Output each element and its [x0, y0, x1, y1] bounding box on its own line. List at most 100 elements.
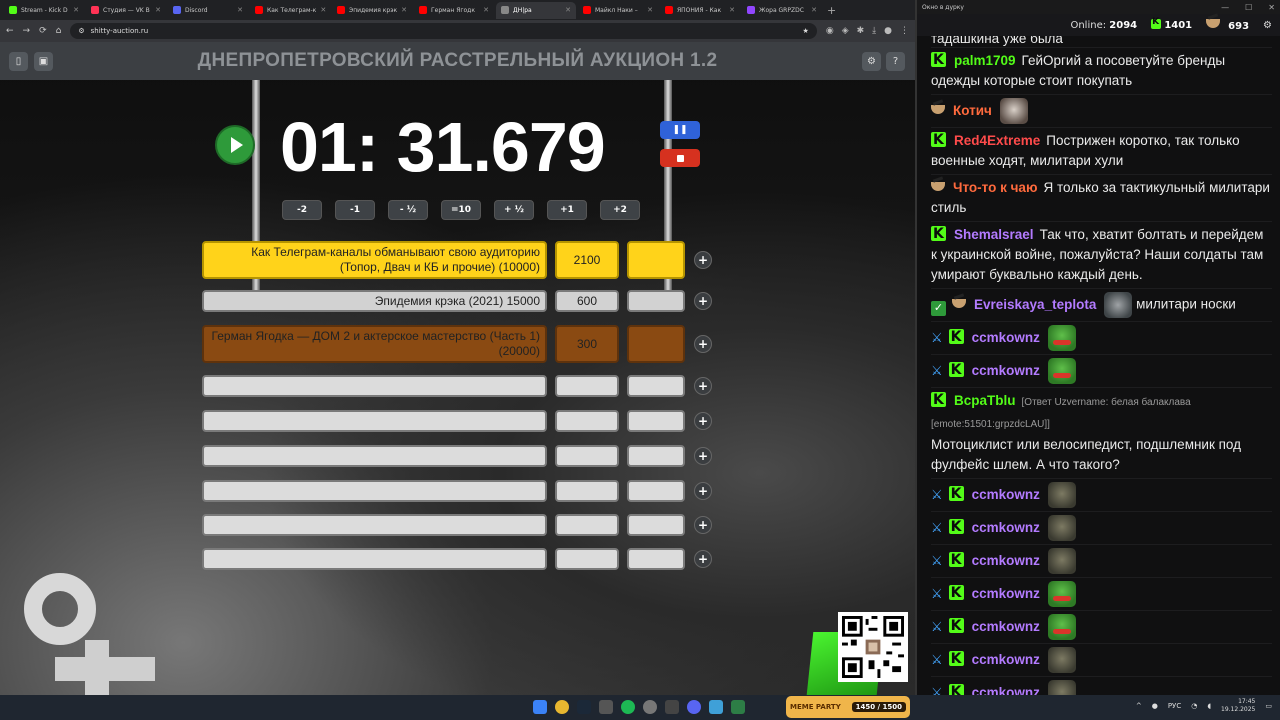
- browser-tab[interactable]: Эпидемия крэк ✕: [332, 2, 412, 19]
- lot-name-field[interactable]: Эпидемия крэка (2021) 15000: [202, 290, 547, 312]
- lot-amount-field[interactable]: 300: [555, 325, 619, 363]
- tab-close-icon[interactable]: ✕: [401, 6, 407, 14]
- microphone-icon[interactable]: ●: [1152, 702, 1158, 710]
- settings-button[interactable]: ⚙: [862, 52, 881, 71]
- maximize-icon[interactable]: ☐: [1245, 3, 1252, 12]
- help-button[interactable]: ?: [886, 52, 905, 71]
- play-button[interactable]: [215, 125, 255, 165]
- time-adjust-button[interactable]: -1: [335, 200, 375, 220]
- lot-add-amount-field[interactable]: [627, 290, 685, 312]
- steam-icon[interactable]: [577, 700, 591, 714]
- time-adjust-button[interactable]: + ½: [494, 200, 534, 220]
- notification-icon[interactable]: ▭: [1265, 702, 1272, 710]
- lot-amount-field[interactable]: [555, 480, 619, 502]
- browser-tab[interactable]: Как Телеграм-к ✕: [250, 2, 330, 19]
- home-icon[interactable]: ⌂: [56, 26, 62, 36]
- time-adjust-button[interactable]: - ½: [388, 200, 428, 220]
- lot-amount-field[interactable]: 2100: [555, 241, 619, 279]
- lot-name-field[interactable]: [202, 445, 547, 467]
- tab-close-icon[interactable]: ✕: [155, 6, 161, 14]
- network-icon[interactable]: ◔: [1191, 702, 1197, 710]
- tab-close-icon[interactable]: ✕: [483, 6, 489, 14]
- address-bar[interactable]: ⚙ shitty-auction.ru ★: [70, 23, 817, 39]
- lot-name-field[interactable]: [202, 480, 547, 502]
- chat-username[interactable]: Red4Extreme: [954, 133, 1040, 148]
- site-info-icon[interactable]: ⚙: [78, 27, 84, 35]
- browser-tab[interactable]: Discord ✕: [168, 2, 248, 19]
- browser-tab[interactable]: Жора GRPZDC ✕: [742, 2, 822, 19]
- add-bid-button[interactable]: +: [694, 292, 712, 310]
- spotify-icon[interactable]: [621, 700, 635, 714]
- add-bid-button[interactable]: +: [694, 447, 712, 465]
- add-bid-button[interactable]: +: [694, 251, 712, 269]
- lot-add-amount-field[interactable]: [627, 445, 685, 467]
- bookmark-star-icon[interactable]: ★: [803, 27, 809, 35]
- lot-add-amount-field[interactable]: [627, 410, 685, 432]
- lot-add-amount-field[interactable]: [627, 480, 685, 502]
- chat-messages[interactable]: тадашкина уже была palm1709ГейОргий а по…: [917, 36, 1280, 695]
- add-bid-button[interactable]: +: [694, 516, 712, 534]
- lot-amount-field[interactable]: 600: [555, 290, 619, 312]
- lot-amount-field[interactable]: [555, 514, 619, 536]
- browser-tab[interactable]: Stream - Kick D ✕: [4, 2, 84, 19]
- chat-username[interactable]: ccmkownz: [972, 520, 1040, 535]
- app-icon[interactable]: [599, 700, 613, 714]
- lot-name-field[interactable]: Как Телеграм-каналы обманывают свою ауди…: [202, 241, 547, 279]
- discord-icon[interactable]: [687, 700, 701, 714]
- tab-close-icon[interactable]: ✕: [237, 6, 243, 14]
- chat-username[interactable]: ccmkownz: [972, 487, 1040, 502]
- language-indicator[interactable]: РУС: [1168, 702, 1181, 710]
- add-bid-button[interactable]: +: [694, 335, 712, 353]
- browser-tab[interactable]: ЯПОНИЯ - Как ✕: [660, 2, 740, 19]
- chrome-icon[interactable]: [555, 700, 569, 714]
- lot-amount-field[interactable]: [555, 548, 619, 570]
- chat-username[interactable]: palm1709: [954, 53, 1016, 68]
- lot-amount-field[interactable]: [555, 410, 619, 432]
- windows-start-icon[interactable]: [533, 700, 547, 714]
- chat-username[interactable]: Что-то к чаю: [953, 180, 1037, 195]
- chevron-up-icon[interactable]: ^: [1136, 702, 1142, 710]
- forward-icon[interactable]: →: [23, 26, 31, 36]
- chat-username[interactable]: Shemalsrael: [954, 227, 1034, 242]
- time-adjust-button[interactable]: -2: [282, 200, 322, 220]
- chat-username[interactable]: ccmkownz: [972, 586, 1040, 601]
- reload-icon[interactable]: ⟳: [39, 26, 47, 36]
- back-icon[interactable]: ←: [6, 26, 14, 36]
- browser-tab[interactable]: Студия — VK В ✕: [86, 2, 166, 19]
- puzzle-icon[interactable]: ✱: [857, 26, 865, 36]
- time-adjust-button[interactable]: +1: [547, 200, 587, 220]
- sidebar-toggle-button[interactable]: ▯: [9, 52, 28, 71]
- app-icon[interactable]: [731, 700, 745, 714]
- lot-add-amount-field[interactable]: [627, 241, 685, 279]
- chat-username[interactable]: ccmkownz: [972, 330, 1040, 345]
- app-icon[interactable]: [665, 700, 679, 714]
- lot-name-field[interactable]: Герман Ягодка — ДОМ 2 и актерское мастер…: [202, 325, 547, 363]
- tab-close-icon[interactable]: ✕: [647, 6, 653, 14]
- extension-icon[interactable]: ◈: [842, 26, 849, 36]
- chat-username[interactable]: Evreiskaya_teplota: [974, 297, 1096, 312]
- new-tab-button[interactable]: +: [827, 4, 836, 17]
- add-bid-button[interactable]: +: [694, 412, 712, 430]
- chat-username[interactable]: ccmkownz: [972, 553, 1040, 568]
- settings-icon[interactable]: ⚙: [1263, 20, 1272, 31]
- extension-icon[interactable]: ◉: [826, 26, 834, 36]
- add-bid-button[interactable]: +: [694, 550, 712, 568]
- tab-close-icon[interactable]: ✕: [320, 6, 326, 14]
- lot-amount-field[interactable]: [555, 445, 619, 467]
- lot-name-field[interactable]: [202, 548, 547, 570]
- tab-close-icon[interactable]: ✕: [729, 6, 735, 14]
- tab-close-icon[interactable]: ✕: [811, 6, 817, 14]
- time-adjust-button[interactable]: =10: [441, 200, 481, 220]
- lot-add-amount-field[interactable]: [627, 514, 685, 536]
- profile-icon[interactable]: ●: [884, 26, 892, 36]
- add-bid-button[interactable]: +: [694, 482, 712, 500]
- add-bid-button[interactable]: +: [694, 377, 712, 395]
- app-icon[interactable]: [709, 700, 723, 714]
- clock[interactable]: 17:45 19.12.2025: [1221, 698, 1255, 714]
- browser-tab[interactable]: Майкл Наки – ✕: [578, 2, 658, 19]
- stop-button[interactable]: [660, 149, 700, 167]
- tab-close-icon[interactable]: ✕: [565, 6, 571, 14]
- chat-username[interactable]: Котич: [953, 103, 992, 118]
- meme-party-widget[interactable]: MEME PARTY 1450 / 1500: [786, 696, 910, 718]
- pause-button[interactable]: ❚❚: [660, 121, 700, 139]
